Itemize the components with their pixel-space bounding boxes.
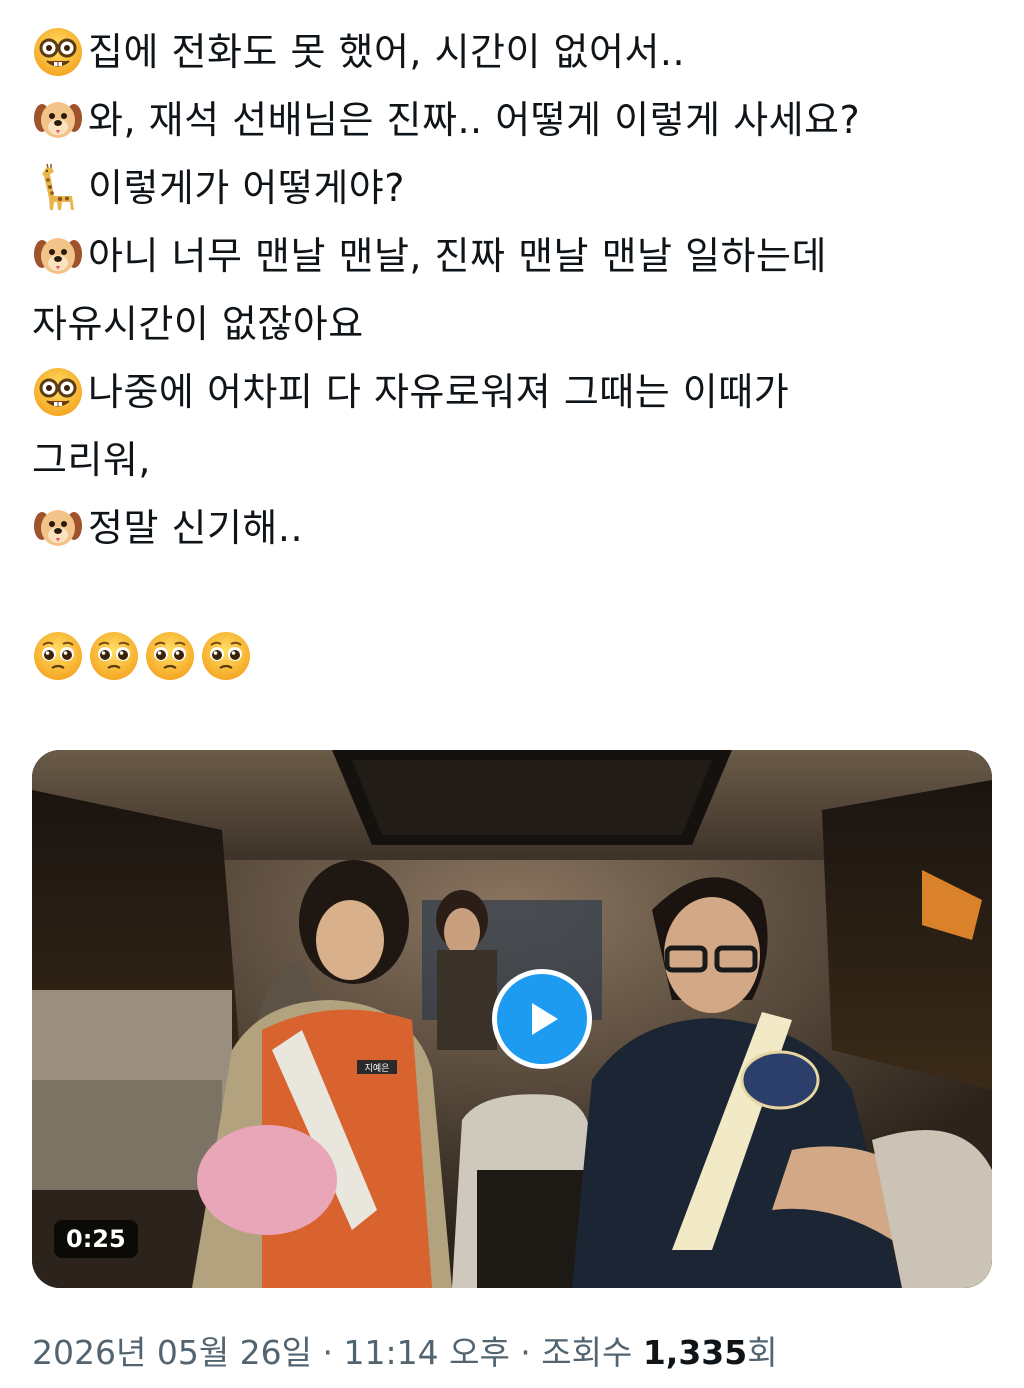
tweet-line-text: 집에 전화도 못 했어, 시간이 없어서..	[88, 30, 686, 74]
tweet-line-text: 그리워,	[32, 438, 151, 482]
tweet-line: 이렇게가 어떻게야?	[32, 154, 992, 222]
tweet-line-text: 정말 신기해..	[88, 506, 304, 550]
reaction-emojis	[32, 622, 992, 690]
jersey-name: 지예은	[365, 1063, 390, 1074]
video-player[interactable]: 지예은 0:25	[32, 750, 992, 1288]
giraffe-icon	[32, 162, 84, 214]
play-button[interactable]	[492, 969, 592, 1069]
view-count-unit: 회	[747, 1333, 778, 1372]
tweet-line: 와, 재석 선배님은 진짜.. 어떻게 이렇게 사세요?	[32, 86, 992, 154]
tweet-line-text: 나중에 어차피 다 자유로워져 그때는 이때가	[88, 370, 790, 414]
tweet-meta: 2026년 05월 26일 · 11:14 오후 · 조회수 1,335회	[32, 1326, 778, 1374]
pleading-face-icon	[88, 630, 140, 682]
tweet-line: 그리워,	[32, 426, 992, 494]
tweet-line: 자유시간이 없잖아요	[32, 290, 992, 358]
tweet-line: 나중에 어차피 다 자유로워져 그때는 이때가	[32, 358, 992, 426]
nerd-face-icon	[32, 366, 84, 418]
dog-face-icon	[32, 230, 84, 282]
nerd-face-icon	[32, 26, 84, 78]
tweet-line-text: 아니 너무 맨날 맨날, 진짜 맨날 맨날 일하는데	[88, 234, 827, 278]
video-duration: 0:25	[54, 1220, 138, 1258]
pleading-face-icon	[144, 630, 196, 682]
tweet-line-text: 이렇게가 어떻게야?	[88, 166, 405, 210]
pleading-face-icon	[200, 630, 252, 682]
play-icon	[532, 1003, 558, 1035]
dog-face-icon	[32, 502, 84, 554]
tweet-line-text: 와, 재석 선배님은 진짜.. 어떻게 이렇게 사세요?	[88, 98, 861, 142]
tweet-line: 아니 너무 맨날 맨날, 진짜 맨날 맨날 일하는데	[32, 222, 992, 290]
tweet-line-text: 자유시간이 없잖아요	[32, 302, 364, 346]
tweet-line: 정말 신기해..	[32, 494, 992, 562]
tweet-line: 집에 전화도 못 했어, 시간이 없어서..	[32, 18, 992, 86]
dog-face-icon	[32, 94, 84, 146]
tweet-timestamp[interactable]: 2026년 05월 26일 · 11:14 오후 · 조회수	[32, 1333, 643, 1372]
pleading-face-icon	[32, 630, 84, 682]
view-count: 1,335	[642, 1333, 748, 1372]
tweet-text: 집에 전화도 못 했어, 시간이 없어서.. 와, 재석 선배님은 진짜.. 어…	[32, 18, 992, 690]
